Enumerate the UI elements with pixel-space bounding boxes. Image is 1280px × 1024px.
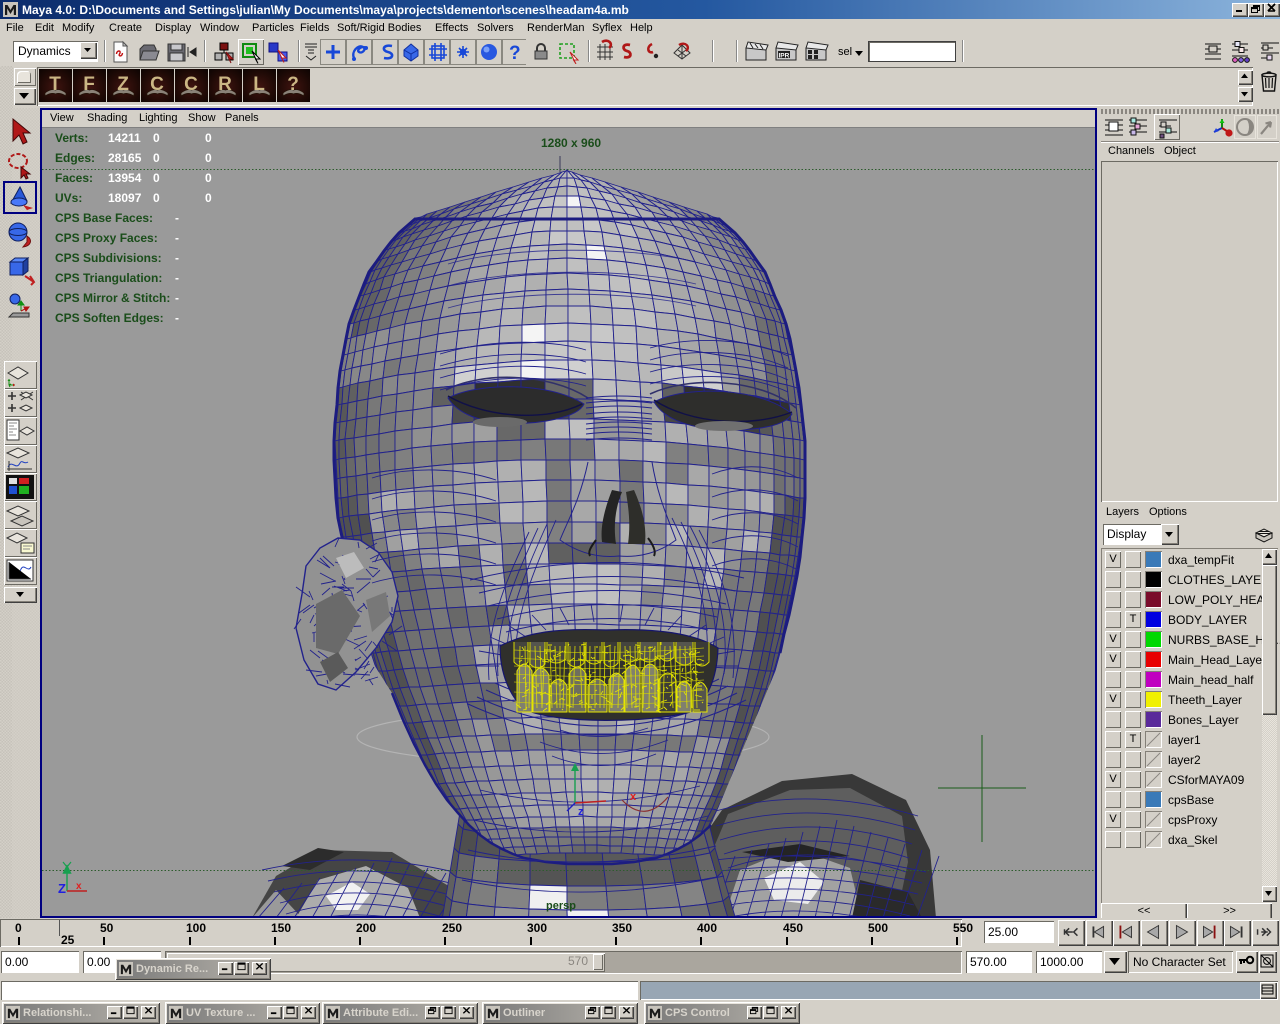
svg-text:0: 0 [153, 151, 160, 165]
svg-text:-: - [175, 291, 179, 305]
svg-text:CPS Soften Edges:: CPS Soften Edges: [55, 311, 164, 325]
svg-text:CPS Subdivisions:: CPS Subdivisions: [55, 251, 162, 265]
svg-text:0: 0 [153, 131, 160, 145]
svg-text:Z: Z [117, 74, 129, 95]
svg-text:-: - [175, 231, 179, 245]
svg-text:z: z [578, 806, 584, 818]
svg-text:x: x [76, 881, 82, 892]
svg-text:Z: Z [58, 881, 66, 896]
svg-text:?: ? [287, 74, 299, 95]
svg-text:-: - [175, 271, 179, 285]
svg-text:Edges:: Edges: [55, 151, 95, 165]
svg-text:C: C [184, 74, 198, 95]
svg-text:18097: 18097 [108, 191, 142, 205]
svg-text:0: 0 [205, 131, 212, 145]
svg-text:0: 0 [205, 151, 212, 165]
svg-text:T: T [49, 74, 61, 95]
svg-text:Verts:: Verts: [55, 131, 88, 145]
svg-text:C: C [150, 74, 164, 95]
svg-text:CPS Base Faces:: CPS Base Faces: [55, 211, 153, 225]
svg-text:-: - [175, 251, 179, 265]
svg-text:?: ? [509, 43, 521, 64]
svg-text:F: F [83, 74, 95, 95]
svg-text:0: 0 [205, 171, 212, 185]
svg-text:-: - [175, 311, 179, 325]
svg-text:Faces:: Faces: [55, 171, 93, 185]
svg-text:x: x [630, 791, 637, 803]
svg-text:CPS Triangulation:: CPS Triangulation: [55, 271, 162, 285]
svg-text:L: L [253, 74, 265, 95]
svg-text:-: - [175, 211, 179, 225]
svg-text:CPS Mirror & Stitch:: CPS Mirror & Stitch: [55, 291, 170, 305]
svg-text:28165: 28165 [108, 151, 142, 165]
svg-text:13954: 13954 [108, 171, 142, 185]
svg-text:R: R [218, 74, 232, 95]
svg-text:0: 0 [153, 171, 160, 185]
svg-text:14211: 14211 [108, 131, 141, 145]
svg-text:0: 0 [205, 191, 212, 205]
svg-text:0: 0 [153, 191, 160, 205]
svg-text:persp: persp [546, 900, 576, 912]
svg-text:IPR: IPR [779, 53, 790, 60]
svg-text:UVs:: UVs: [55, 191, 82, 205]
svg-text:1280 x 960: 1280 x 960 [541, 136, 601, 150]
svg-text:CPS Proxy Faces:: CPS Proxy Faces: [55, 231, 158, 245]
